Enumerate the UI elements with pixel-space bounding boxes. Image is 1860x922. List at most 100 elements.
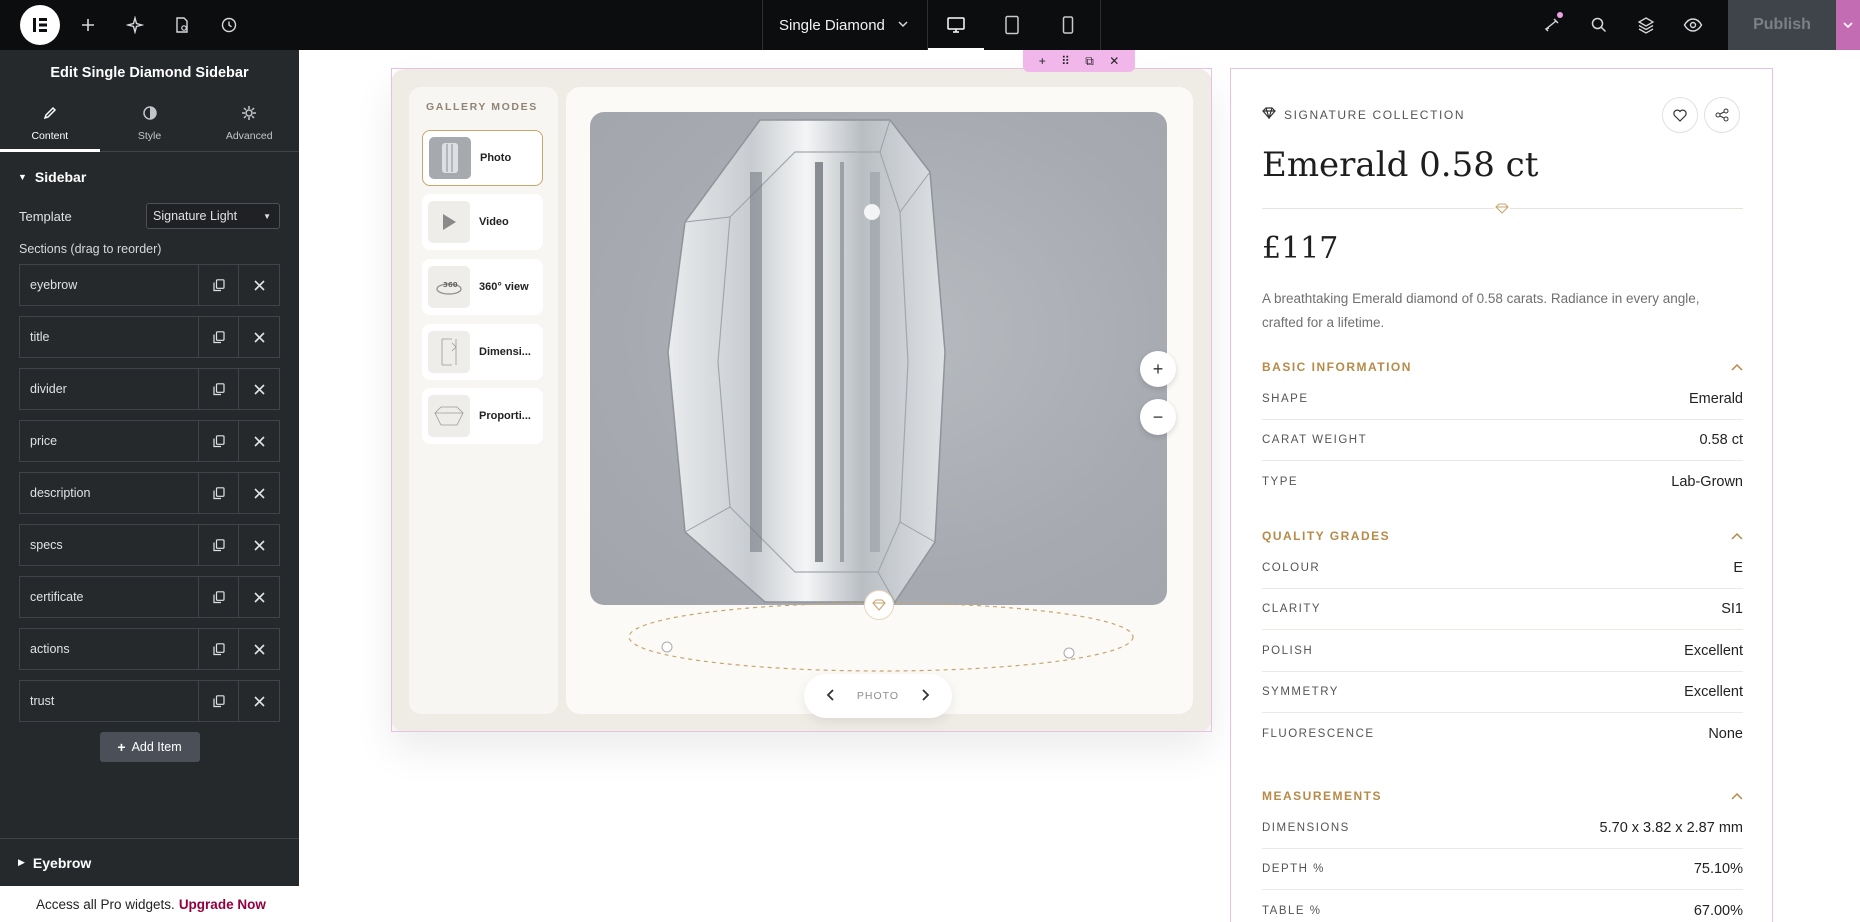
duplicate-icon[interactable]	[199, 473, 239, 513]
history-icon[interactable]	[205, 0, 252, 50]
share-icon[interactable]	[1704, 97, 1740, 133]
preview-eye-icon[interactable]	[1669, 0, 1716, 50]
repeater-item[interactable]: specs	[19, 524, 280, 566]
spec-value: Emerald	[1689, 391, 1743, 407]
repeater-item-label[interactable]: price	[20, 421, 199, 461]
mobile-icon[interactable]	[1040, 0, 1096, 50]
remove-icon[interactable]	[239, 317, 279, 357]
structure-layers-icon[interactable]	[1622, 0, 1669, 50]
add-icon[interactable]	[64, 0, 111, 50]
section-title: Sidebar	[34, 169, 87, 185]
tab-advanced[interactable]: Advanced	[199, 96, 299, 151]
repeater-item-label[interactable]: specs	[20, 525, 199, 565]
ai-sparkle-icon[interactable]	[111, 0, 158, 50]
repeater-item-label[interactable]: description	[20, 473, 199, 513]
repeater-item-label[interactable]: eyebrow	[20, 265, 199, 305]
repeater-item-label[interactable]: title	[20, 317, 199, 357]
section-handle[interactable]: + ⠿ ⧉ ✕	[1023, 50, 1135, 72]
divider-diamond-icon	[1494, 201, 1510, 215]
remove-icon[interactable]	[239, 473, 279, 513]
duplicate-icon[interactable]	[199, 577, 239, 617]
spec-group-header[interactable]: MEASUREMENTS	[1262, 789, 1743, 803]
document-title-dropdown[interactable]: Single Diamond	[762, 0, 928, 50]
spec-group-title: BASIC INFORMATION	[1262, 360, 1412, 374]
tablet-icon[interactable]	[984, 0, 1040, 50]
repeater-item-label[interactable]: actions	[20, 629, 199, 669]
mode-dimensions[interactable]: Dimensi...	[422, 324, 543, 380]
remove-icon[interactable]	[239, 265, 279, 305]
duplicate-icon[interactable]	[199, 317, 239, 357]
orbit-handle-diamond-icon[interactable]	[864, 590, 894, 620]
mode-video[interactable]: Video	[422, 194, 543, 250]
publish-button[interactable]: Publish	[1728, 0, 1836, 50]
spec-row: POLISH Excellent	[1262, 631, 1743, 672]
repeater-list: eyebrow title divider price description specs…	[0, 264, 299, 722]
spec-group-header[interactable]: QUALITY GRADES	[1262, 529, 1743, 543]
repeater-item[interactable]: price	[19, 420, 280, 462]
page-settings-icon[interactable]	[158, 0, 205, 50]
repeater-item[interactable]: certificate	[19, 576, 280, 618]
eyebrow: SIGNATURE COLLECTION	[1262, 107, 1465, 122]
duplicate-icon[interactable]	[199, 369, 239, 409]
repeater-item-label[interactable]: certificate	[20, 577, 199, 617]
diamond-sidebar-widget[interactable]: SIGNATURE COLLECTION Emerald 0.58 ct £11…	[1232, 69, 1771, 922]
duplicate-icon[interactable]	[199, 265, 239, 305]
repeater-item[interactable]: actions	[19, 628, 280, 670]
spec-row: DEPTH % 75.10%	[1262, 849, 1743, 891]
zoom-out-button[interactable]: −	[1140, 399, 1176, 435]
search-icon[interactable]	[1575, 0, 1622, 50]
mode-label: Video	[479, 216, 509, 228]
mode-proportions[interactable]: Proporti...	[422, 388, 543, 444]
mode-label: Proporti...	[479, 410, 531, 422]
repeater-item-label[interactable]: trust	[20, 681, 199, 721]
publish-options-chevron-icon[interactable]	[1836, 0, 1860, 50]
remove-icon[interactable]	[239, 525, 279, 565]
remove-icon[interactable]	[239, 681, 279, 721]
tab-content[interactable]: Content	[0, 96, 100, 152]
chevron-right-icon[interactable]	[920, 688, 930, 705]
sections-label: Sections (drag to reorder)	[19, 242, 162, 256]
plus-icon: +	[117, 739, 126, 755]
spec-row: FLUORESCENCE None	[1262, 714, 1743, 755]
proportions-icon	[428, 395, 470, 437]
close-icon[interactable]: ✕	[1109, 54, 1119, 68]
duplicate-icon[interactable]	[199, 681, 239, 721]
notifications-icon[interactable]	[1528, 0, 1575, 50]
repeater-item-label[interactable]: divider	[20, 369, 199, 409]
repeater-item[interactable]: eyebrow	[19, 264, 280, 306]
desktop-icon[interactable]	[927, 0, 984, 50]
chevron-left-icon[interactable]	[826, 688, 836, 705]
remove-icon[interactable]	[239, 577, 279, 617]
section-toggle-eyebrow[interactable]: ▶ Eyebrow	[0, 838, 299, 886]
repeater-item[interactable]: trust	[19, 680, 280, 722]
upgrade-link[interactable]: Upgrade Now	[179, 897, 266, 912]
gallery-viewer: + − PHOTO	[566, 87, 1193, 718]
price: £117	[1262, 231, 1339, 266]
drag-handle-icon[interactable]: ⠿	[1061, 54, 1070, 68]
repeater-item[interactable]: title	[19, 316, 280, 358]
chevron-up-icon	[1731, 360, 1743, 374]
template-select[interactable]: Signature Light ▼	[146, 203, 280, 229]
play-icon	[428, 201, 470, 243]
remove-icon[interactable]	[239, 421, 279, 461]
tab-style[interactable]: Style	[100, 96, 200, 151]
mode-photo[interactable]: Photo	[422, 130, 543, 186]
remove-icon[interactable]	[239, 369, 279, 409]
duplicate-icon[interactable]	[199, 421, 239, 461]
duplicate-icon[interactable]	[199, 629, 239, 669]
remove-icon[interactable]	[239, 629, 279, 669]
repeater-item[interactable]: divider	[19, 368, 280, 410]
spec-key: COLOUR	[1262, 562, 1321, 574]
wishlist-heart-icon[interactable]	[1662, 97, 1698, 133]
add-section-icon[interactable]: +	[1039, 54, 1046, 68]
repeater-item[interactable]: description	[19, 472, 280, 514]
spec-group-header[interactable]: BASIC INFORMATION	[1262, 360, 1743, 374]
section-toggle-sidebar[interactable]: ▼ Sidebar	[0, 152, 299, 202]
zoom-in-button[interactable]: +	[1140, 351, 1176, 387]
duplicate-icon[interactable]	[199, 525, 239, 565]
duplicate-icon[interactable]: ⧉	[1085, 54, 1094, 69]
elementor-logo-icon[interactable]	[20, 5, 60, 45]
mode-360[interactable]: 360 360° view	[422, 259, 543, 315]
spec-value: 5.70 x 3.82 x 2.87 mm	[1599, 820, 1743, 836]
add-item-button[interactable]: + Add Item	[99, 732, 200, 762]
